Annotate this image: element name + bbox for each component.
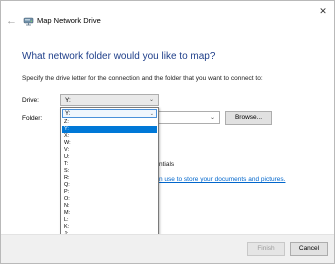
drive-letter-option[interactable]: M: [62,210,157,217]
drive-letter-option[interactable]: O: [62,196,157,203]
close-icon[interactable]: ✕ [318,6,328,16]
drive-letter-option[interactable]: N: [62,203,157,210]
drive-letter-option[interactable]: Y: [62,126,157,133]
dropdown-current-label: Y: [65,111,71,117]
connect-website-link-fragment[interactable]: n use to store your documents and pictur… [159,176,285,183]
dialog-window [0,0,335,264]
instruction-text: Specify the drive letter for the connect… [22,75,263,82]
chevron-down-icon[interactable]: ⌄ [210,114,215,121]
drive-letter-option[interactable]: Q: [62,182,157,189]
drive-letter-option[interactable]: W: [62,140,157,147]
drive-letter-option[interactable]: T: [62,161,157,168]
chevron-down-icon: ⌄ [148,97,154,103]
drive-letter-option[interactable]: X: [62,133,157,140]
folder-label: Folder: [22,115,43,122]
browse-button[interactable]: Browse... [225,111,272,125]
drive-letter-option[interactable]: V: [62,147,157,154]
drive-letter-option[interactable]: S: [62,168,157,175]
window-title: Map Network Drive [37,16,101,25]
drive-letter-option[interactable]: L: [62,217,157,224]
drive-letter-option[interactable]: Z: [62,119,157,126]
drive-letter-option[interactable]: K: [62,224,157,231]
drive-letter-option[interactable]: U: [62,154,157,161]
dropdown-current-value[interactable]: Y: ⌄ [62,109,157,118]
back-arrow-icon[interactable]: ← [6,16,18,27]
network-drive-icon [23,17,34,26]
drive-select-value: Y: [65,97,71,104]
drive-select[interactable]: Y: ⌄ [60,94,159,106]
finish-button[interactable]: Finish [247,242,285,256]
credentials-text-fragment: ntials [159,161,175,168]
drive-label: Drive: [22,97,39,104]
chevron-down-icon: ⌄ [149,111,154,117]
cancel-button[interactable]: Cancel [290,242,328,256]
drive-letter-option[interactable]: P: [62,189,157,196]
page-heading: What network folder would you like to ma… [22,51,216,62]
drive-letter-option[interactable]: R: [62,175,157,182]
